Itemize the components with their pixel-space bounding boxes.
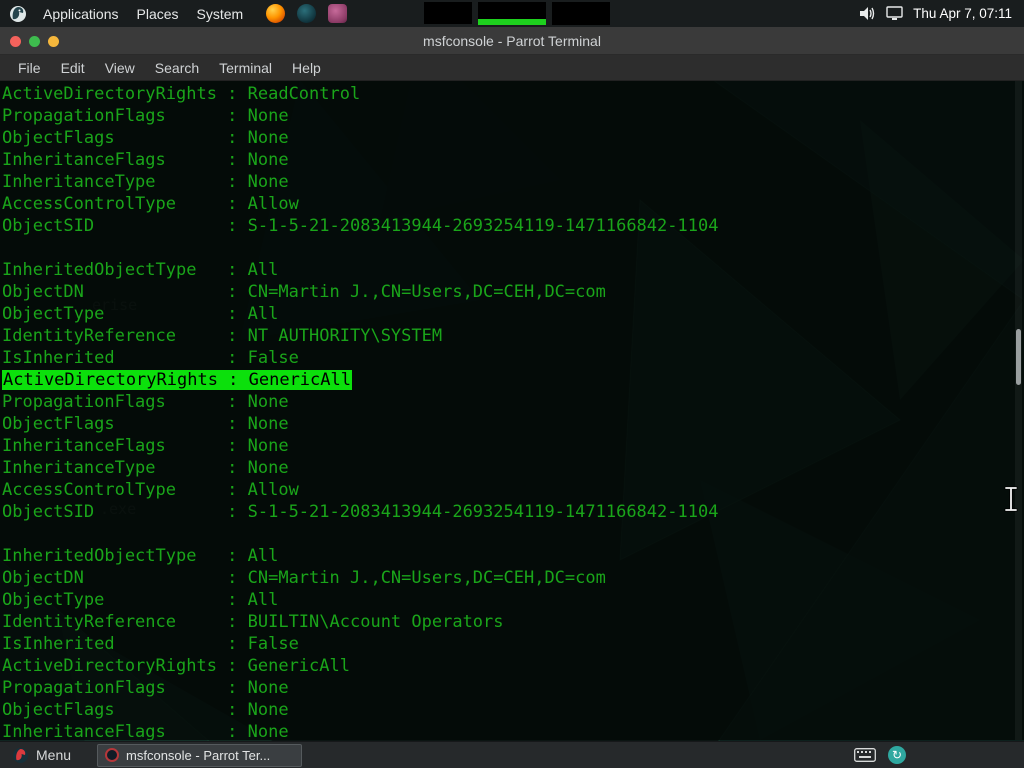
terminal-line: AccessControlType : Allow <box>2 479 1024 501</box>
terminal-launcher-icon[interactable] <box>297 4 316 23</box>
terminal-app-icon <box>105 748 119 762</box>
terminal-line: InheritanceFlags : None <box>2 149 1024 171</box>
terminal-line <box>2 237 1024 259</box>
desktop: erise .exe Applications Places System <box>0 0 1024 768</box>
firefox-launcher-icon[interactable] <box>266 4 285 23</box>
terminal-line: ActiveDirectoryRights : ReadControl <box>2 83 1024 105</box>
terminal-line: ActiveDirectoryRights : GenericAll <box>2 655 1024 677</box>
top-panel: Applications Places System Thu Apr 7, 07… <box>0 0 1024 27</box>
menu-help[interactable]: Help <box>282 60 331 76</box>
close-button[interactable] <box>10 36 21 47</box>
terminal-line: PropagationFlags : None <box>2 677 1024 699</box>
terminal-output[interactable]: ActiveDirectoryRights : ReadControlPropa… <box>0 81 1024 740</box>
terminal-line: PropagationFlags : None <box>2 391 1024 413</box>
terminal-line: ObjectDN : CN=Martin J.,CN=Users,DC=CEH,… <box>2 567 1024 589</box>
terminal-line: ObjectType : All <box>2 303 1024 325</box>
terminal-line: IdentityReference : BUILTIN\Account Oper… <box>2 611 1024 633</box>
terminal-line: IdentityReference : NT AUTHORITY\SYSTEM <box>2 325 1024 347</box>
maximize-button[interactable] <box>29 36 40 47</box>
monitor-graph <box>478 19 546 25</box>
terminal-window: msfconsole - Parrot Terminal File Edit V… <box>0 27 1024 741</box>
panel-monitor-applet-3[interactable] <box>552 2 610 25</box>
terminal-body: ActiveDirectoryRights : ReadControlPropa… <box>0 81 1024 740</box>
display-icon[interactable] <box>886 6 903 21</box>
terminal-line: InheritanceFlags : None <box>2 435 1024 457</box>
terminal-line: IsInherited : False <box>2 633 1024 655</box>
menu-edit[interactable]: Edit <box>51 60 95 76</box>
terminal-line: InheritedObjectType : All <box>2 259 1024 281</box>
terminal-line: InheritanceFlags : None <box>2 721 1024 740</box>
terminal-line: PropagationFlags : None <box>2 105 1024 127</box>
terminal-line: InheritanceType : None <box>2 457 1024 479</box>
text-cursor <box>1002 485 1020 513</box>
menu-search[interactable]: Search <box>145 60 209 76</box>
terminal-line: ObjectFlags : None <box>2 127 1024 149</box>
panel-monitor-applet-2[interactable] <box>478 2 546 25</box>
menu-file[interactable]: File <box>8 60 51 76</box>
menu-bar: File Edit View Search Terminal Help <box>0 55 1024 81</box>
terminal-line: IsInherited : False <box>2 347 1024 369</box>
window-title: msfconsole - Parrot Terminal <box>0 33 1024 49</box>
taskbar-menu-button[interactable]: Menu <box>8 742 81 768</box>
menu-view[interactable]: View <box>95 60 145 76</box>
places-menu[interactable]: Places <box>128 6 188 22</box>
taskbar: Menu msfconsole - Parrot Ter... ↻ <box>0 741 1024 768</box>
sync-icon[interactable]: ↻ <box>888 746 906 764</box>
scrollbar-track[interactable] <box>1015 81 1022 740</box>
terminal-line: ObjectFlags : None <box>2 413 1024 435</box>
taskbar-window-button[interactable]: msfconsole - Parrot Ter... <box>97 744 302 767</box>
clock[interactable]: Thu Apr 7, 07:11 <box>913 6 1016 21</box>
applications-menu[interactable]: Applications <box>34 6 128 22</box>
volume-icon[interactable] <box>859 6 876 21</box>
terminal-line: ActiveDirectoryRights : GenericAll <box>2 369 1024 391</box>
terminal-line: ObjectFlags : None <box>2 699 1024 721</box>
taskbar-window-label: msfconsole - Parrot Ter... <box>126 748 270 763</box>
keyboard-icon[interactable] <box>854 748 876 762</box>
terminal-line: ObjectDN : CN=Martin J.,CN=Users,DC=CEH,… <box>2 281 1024 303</box>
terminal-line <box>2 523 1024 545</box>
terminal-line: ObjectSID : S-1-5-21-2083413944-26932541… <box>2 501 1024 523</box>
menu-terminal[interactable]: Terminal <box>209 60 282 76</box>
terminal-line: ObjectType : All <box>2 589 1024 611</box>
panel-monitor-applet-1[interactable] <box>424 2 472 24</box>
system-menu[interactable]: System <box>188 6 253 22</box>
parrot-logo-icon <box>12 747 29 764</box>
terminal-line: InheritanceType : None <box>2 171 1024 193</box>
package-launcher-icon[interactable] <box>328 4 347 23</box>
taskbar-tray: ↻ <box>854 746 1016 764</box>
taskbar-menu-label: Menu <box>36 747 71 763</box>
window-controls <box>10 27 59 55</box>
terminal-line: InheritedObjectType : All <box>2 545 1024 567</box>
minimize-button[interactable] <box>48 36 59 47</box>
title-bar[interactable]: msfconsole - Parrot Terminal <box>0 27 1024 55</box>
terminal-line: AccessControlType : Allow <box>2 193 1024 215</box>
parrot-menu-icon[interactable] <box>8 4 28 24</box>
scrollbar-thumb[interactable] <box>1016 329 1021 385</box>
terminal-line: ObjectSID : S-1-5-21-2083413944-26932541… <box>2 215 1024 237</box>
